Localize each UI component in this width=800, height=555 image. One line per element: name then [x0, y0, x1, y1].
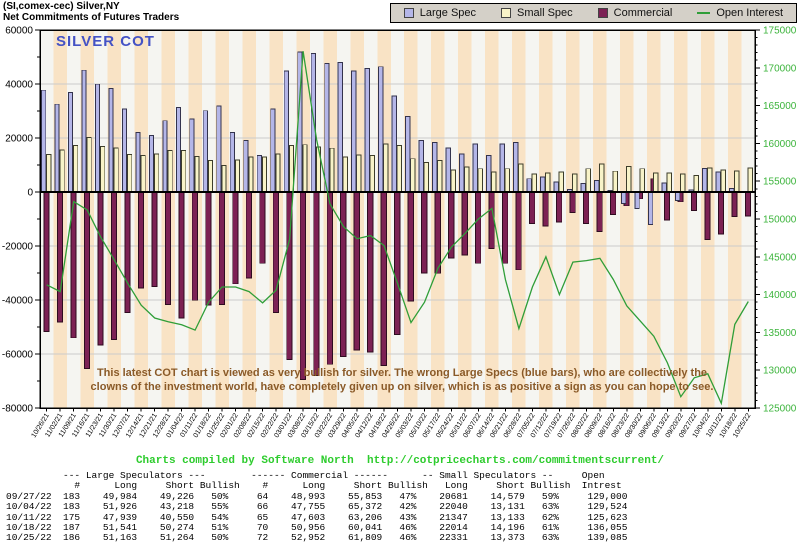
svg-text:140000: 140000: [763, 290, 797, 301]
chart-watermark: SILVER COT: [56, 33, 155, 50]
left-axis: 60000 40000 20000 0 -20000 -40000 -60000 -80000: [2, 26, 40, 415]
svg-text:130000: 130000: [763, 366, 797, 377]
svg-text:60000: 60000: [5, 26, 33, 37]
svg-text:150000: 150000: [763, 215, 797, 226]
annotation-text: This latest COT chart is viewed as very …: [48, 367, 756, 394]
svg-text:-60000: -60000: [2, 350, 34, 361]
cot-data-table: --- Large Speculators --- ------ Commerc…: [6, 470, 628, 544]
right-axis: 175000 170000 165000 160000 155000 150000 1450…: [755, 26, 797, 415]
credits-text: Charts compiled by Software North: [135, 455, 354, 467]
svg-text:0: 0: [27, 188, 33, 199]
svg-text:160000: 160000: [763, 139, 797, 150]
cot-chart-page: (SI,comex-cec) Silver,NY Net Commitments…: [0, 0, 800, 555]
date-axis: 10/26/2111/02/2111/09/2111/16/2111/23/21…: [31, 408, 753, 439]
svg-text:-40000: -40000: [2, 296, 34, 307]
credits-line: Charts compiled by Software North http:/…: [0, 455, 800, 467]
svg-text:145000: 145000: [763, 252, 797, 263]
svg-text:20000: 20000: [5, 134, 33, 145]
svg-text:125000: 125000: [763, 404, 797, 415]
svg-text:-20000: -20000: [2, 242, 34, 253]
svg-text:135000: 135000: [763, 328, 797, 339]
svg-text:165000: 165000: [763, 101, 797, 112]
credits-url[interactable]: http://cotpricecharts.com/commitmentscur…: [367, 455, 664, 467]
svg-text:-80000: -80000: [2, 404, 34, 415]
svg-text:170000: 170000: [763, 63, 797, 74]
svg-text:175000: 175000: [763, 26, 797, 37]
annotation-line-2: clowns of the investment world, have com…: [90, 380, 714, 393]
annotation-line-1: This latest COT chart is viewed as very …: [96, 367, 708, 379]
svg-text:155000: 155000: [763, 177, 797, 188]
svg-text:40000: 40000: [5, 80, 33, 91]
